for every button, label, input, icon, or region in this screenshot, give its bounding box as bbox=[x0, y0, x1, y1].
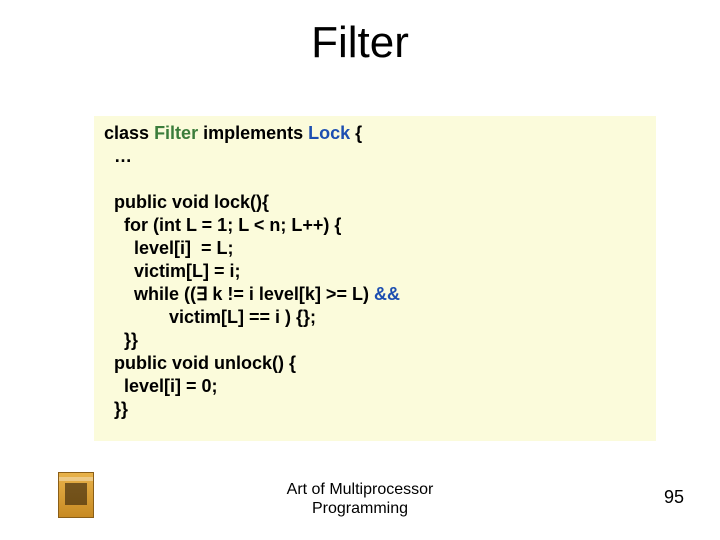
while-cond-b: victim[L] == i ) {}; bbox=[104, 307, 316, 327]
code-box: class Filter implements Lock { … public … bbox=[94, 116, 656, 441]
iface-lock: Lock bbox=[308, 123, 350, 143]
footer-line2: Programming bbox=[0, 500, 720, 518]
close-for: }} bbox=[104, 330, 138, 350]
stmt-victim-assign: victim[L] = i; bbox=[104, 261, 241, 281]
kw-int: int bbox=[159, 215, 181, 235]
stmt-level-zero: level[i] = 0; bbox=[104, 376, 218, 396]
lock-sig: lock(){ bbox=[209, 192, 269, 212]
stmt-level-assign: level[i] = L; bbox=[104, 238, 234, 258]
close-class: }} bbox=[104, 399, 128, 419]
footer-text: Art of Multiprocessor Programming bbox=[0, 481, 720, 518]
brace-open: { bbox=[350, 123, 362, 143]
unlock-sig: unlock() { bbox=[209, 353, 296, 373]
kw-while: while bbox=[104, 284, 179, 304]
while-cond-a: ((∃ k != i level[k] >= L) bbox=[179, 284, 374, 304]
for-rest: L = 1; L < n; L++) { bbox=[181, 215, 341, 235]
kw-public-void-unlock: public void bbox=[104, 353, 209, 373]
slide: Filter class Filter implements Lock { … … bbox=[0, 0, 720, 540]
slide-title: Filter bbox=[0, 0, 720, 68]
bool-and: && bbox=[374, 284, 400, 304]
kw-public-void-lock: public void bbox=[104, 192, 209, 212]
page-number: 95 bbox=[664, 487, 684, 508]
kw-implements: implements bbox=[203, 123, 303, 143]
classname: Filter bbox=[154, 123, 198, 143]
for-open: ( bbox=[148, 215, 159, 235]
kw-class: class bbox=[104, 123, 149, 143]
kw-for: for bbox=[104, 215, 148, 235]
footer-line1: Art of Multiprocessor bbox=[0, 481, 720, 499]
ellipsis: … bbox=[104, 146, 132, 166]
